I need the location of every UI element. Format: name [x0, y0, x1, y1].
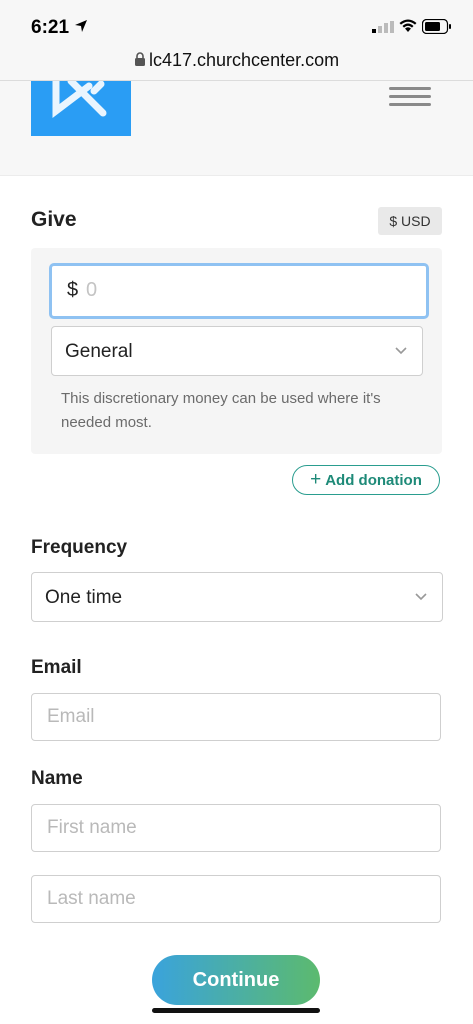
donation-panel: $ General This discretionary money can b…	[31, 248, 442, 454]
email-input[interactable]	[31, 693, 441, 741]
name-label: Name	[31, 768, 83, 789]
status-time: 6:21	[31, 17, 70, 38]
church-logo[interactable]	[31, 77, 131, 136]
home-indicator	[152, 1008, 320, 1013]
first-name-input[interactable]	[31, 804, 441, 852]
frequency-selected-value: One time	[45, 587, 123, 608]
frequency-select[interactable]: One time	[31, 572, 443, 622]
give-title: Give	[31, 208, 77, 231]
chevron-down-icon	[395, 347, 407, 355]
lock-icon	[135, 52, 145, 66]
fund-select[interactable]: General	[51, 326, 423, 376]
cellular-signal-icon	[372, 21, 394, 33]
plus-icon: +	[310, 469, 322, 490]
fund-selected-value: General	[65, 341, 133, 362]
continue-button[interactable]: Continue	[152, 955, 320, 1005]
currency-badge[interactable]: $ USD	[378, 207, 442, 235]
add-donation-button[interactable]: + Add donation	[292, 465, 440, 495]
chevron-down-icon	[415, 593, 427, 601]
url-text: lc417.churchcenter.com	[149, 50, 340, 70]
fund-description: This discretionary money can be used whe…	[61, 390, 381, 431]
status-bar: 6:21	[0, 0, 473, 44]
email-label: Email	[31, 657, 82, 678]
browser-url-bar[interactable]: lc417.churchcenter.com	[0, 44, 473, 81]
wifi-icon	[399, 19, 417, 32]
hamburger-menu-icon[interactable]	[389, 87, 431, 107]
dollar-sign: $	[67, 279, 79, 301]
location-arrow-icon	[75, 20, 87, 32]
amount-field[interactable]: $	[49, 263, 429, 319]
amount-input[interactable]	[86, 276, 386, 304]
battery-icon	[422, 19, 451, 34]
frequency-label: Frequency	[31, 537, 128, 558]
last-name-input[interactable]	[31, 875, 441, 923]
site-header	[0, 77, 473, 176]
logo-mark-icon	[52, 77, 107, 119]
add-donation-label: Add donation	[325, 472, 422, 489]
